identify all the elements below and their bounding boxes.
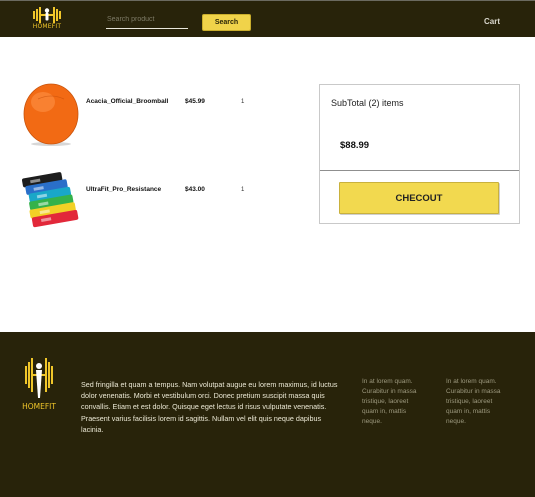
- checkout-button[interactable]: CHECOUT: [339, 182, 499, 214]
- product-name[interactable]: UltraFit_Pro_Resistance: [86, 186, 161, 193]
- cart-item: Acacia_Official_Broomball $45.99 1: [20, 81, 260, 147]
- footer-logo[interactable]: HOMEFIT: [22, 354, 56, 414]
- product-image[interactable]: [20, 168, 82, 234]
- footer-logo-text: HOMEFIT: [22, 402, 56, 411]
- order-summary: SubTotal (2) items $88.99 CHECOUT: [319, 84, 520, 224]
- summary-divider: [320, 170, 519, 171]
- logo-text: HOMEFIT: [32, 23, 62, 30]
- search-input[interactable]: [106, 13, 188, 29]
- product-price: $43.00: [185, 186, 205, 193]
- homefit-logo[interactable]: HOMEFIT: [32, 6, 62, 32]
- product-quantity[interactable]: 1: [241, 187, 244, 193]
- footer-column-text: In at lorem quam. Curabitur in massa tri…: [446, 378, 501, 425]
- subtotal-label: SubTotal (2) items: [331, 98, 404, 108]
- resistance-bands-icon: [22, 172, 79, 228]
- dumbbell-logo-icon: [25, 358, 53, 398]
- search-button[interactable]: Search: [202, 14, 251, 31]
- product-quantity[interactable]: 1: [241, 99, 244, 105]
- product-name[interactable]: Acacia_Official_Broomball: [86, 98, 168, 105]
- footer: HOMEFIT Sed fringilla et quam a tempus. …: [0, 332, 535, 497]
- footer-column-text: In at lorem quam. Curabitur in massa tri…: [362, 378, 417, 425]
- subtotal-value: $88.99: [340, 140, 370, 151]
- orange-ball-icon: [23, 83, 79, 146]
- product-image[interactable]: [20, 81, 82, 147]
- cart-link[interactable]: Cart: [484, 17, 500, 26]
- product-price: $45.99: [185, 98, 205, 105]
- footer-about-text: Sed fringilla et quam a tempus. Nam volu…: [81, 380, 338, 434]
- top-navbar: HOMEFIT Search Cart: [0, 0, 535, 37]
- cart-item: UltraFit_Pro_Resistance $43.00 1: [20, 168, 260, 234]
- dumbbell-logo-icon: [33, 7, 61, 23]
